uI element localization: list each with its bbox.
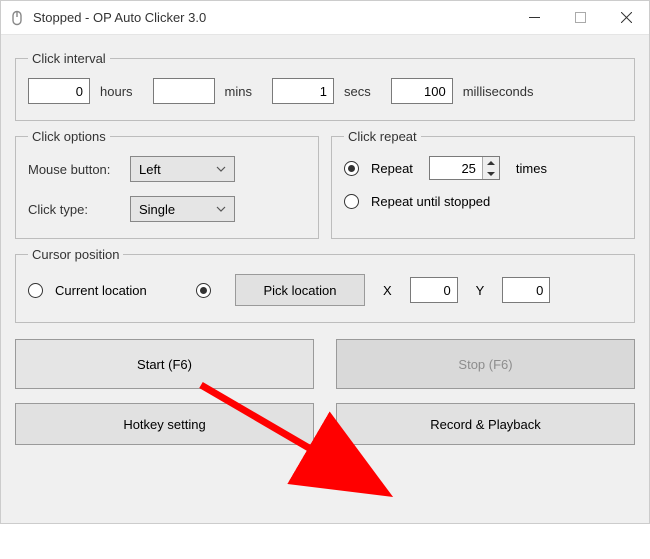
click-type-value: Single [139,202,175,217]
click-repeat-legend: Click repeat [344,129,421,144]
hours-input[interactable] [28,78,90,104]
click-interval-group: Click interval hours mins secs milliseco… [15,51,635,121]
pick-location-radio[interactable] [196,283,217,298]
repeat-radio[interactable]: Repeat [344,161,413,176]
window-title: Stopped - OP Auto Clicker 3.0 [33,10,511,25]
current-location-radio[interactable]: Current location [28,283,178,298]
hotkey-setting-label: Hotkey setting [123,417,205,432]
click-interval-legend: Click interval [28,51,110,66]
click-type-label: Click type: [28,202,120,217]
chevron-down-icon [216,204,226,214]
ms-input[interactable] [391,78,453,104]
mins-unit: mins [225,84,252,99]
stop-button: Stop (F6) [336,339,635,389]
radio-icon [344,194,359,209]
record-playback-button[interactable]: Record & Playback [336,403,635,445]
maximize-button[interactable] [557,1,603,35]
record-playback-label: Record & Playback [430,417,541,432]
cursor-position-group: Cursor position Current location Pick lo… [15,247,635,323]
radio-icon [28,283,43,298]
radio-icon [196,283,211,298]
pick-location-label: Pick location [264,283,337,298]
ms-unit: milliseconds [463,84,534,99]
mouse-icon [9,10,25,26]
x-input[interactable] [410,277,458,303]
click-type-select[interactable]: Single [130,196,235,222]
chevron-down-icon [216,164,226,174]
titlebar: Stopped - OP Auto Clicker 3.0 [1,1,649,35]
spinner-up-button[interactable] [483,157,499,168]
click-options-legend: Click options [28,129,110,144]
pick-location-button[interactable]: Pick location [235,274,365,306]
hours-unit: hours [100,84,133,99]
repeat-until-stopped-label: Repeat until stopped [371,194,490,209]
hotkey-setting-button[interactable]: Hotkey setting [15,403,314,445]
repeat-label: Repeat [371,161,413,176]
radio-icon [344,161,359,176]
click-repeat-group: Click repeat Repeat times [331,129,635,239]
start-button-label: Start (F6) [137,357,192,372]
start-button[interactable]: Start (F6) [15,339,314,389]
mins-input[interactable] [153,78,215,104]
y-label: Y [476,283,485,298]
secs-unit: secs [344,84,371,99]
spinner-down-button[interactable] [483,168,499,179]
repeat-unit: times [516,161,547,176]
minimize-button[interactable] [511,1,557,35]
current-location-label: Current location [55,283,147,298]
cursor-position-legend: Cursor position [28,247,123,262]
mouse-button-select[interactable]: Left [130,156,235,182]
repeat-count-value[interactable] [430,157,482,179]
app-window: Stopped - OP Auto Clicker 3.0 Click inte… [0,0,650,524]
y-input[interactable] [502,277,550,303]
close-button[interactable] [603,1,649,35]
repeat-until-stopped-radio[interactable]: Repeat until stopped [344,194,490,209]
action-buttons: Start (F6) Stop (F6) Hotkey setting Reco… [15,339,635,445]
click-options-group: Click options Mouse button: Left Click t… [15,129,319,239]
secs-input[interactable] [272,78,334,104]
mouse-button-label: Mouse button: [28,162,120,177]
mouse-button-value: Left [139,162,161,177]
client-area: Click interval hours mins secs milliseco… [1,35,649,459]
x-label: X [383,283,392,298]
stop-button-label: Stop (F6) [458,357,512,372]
repeat-count-input[interactable] [429,156,500,180]
